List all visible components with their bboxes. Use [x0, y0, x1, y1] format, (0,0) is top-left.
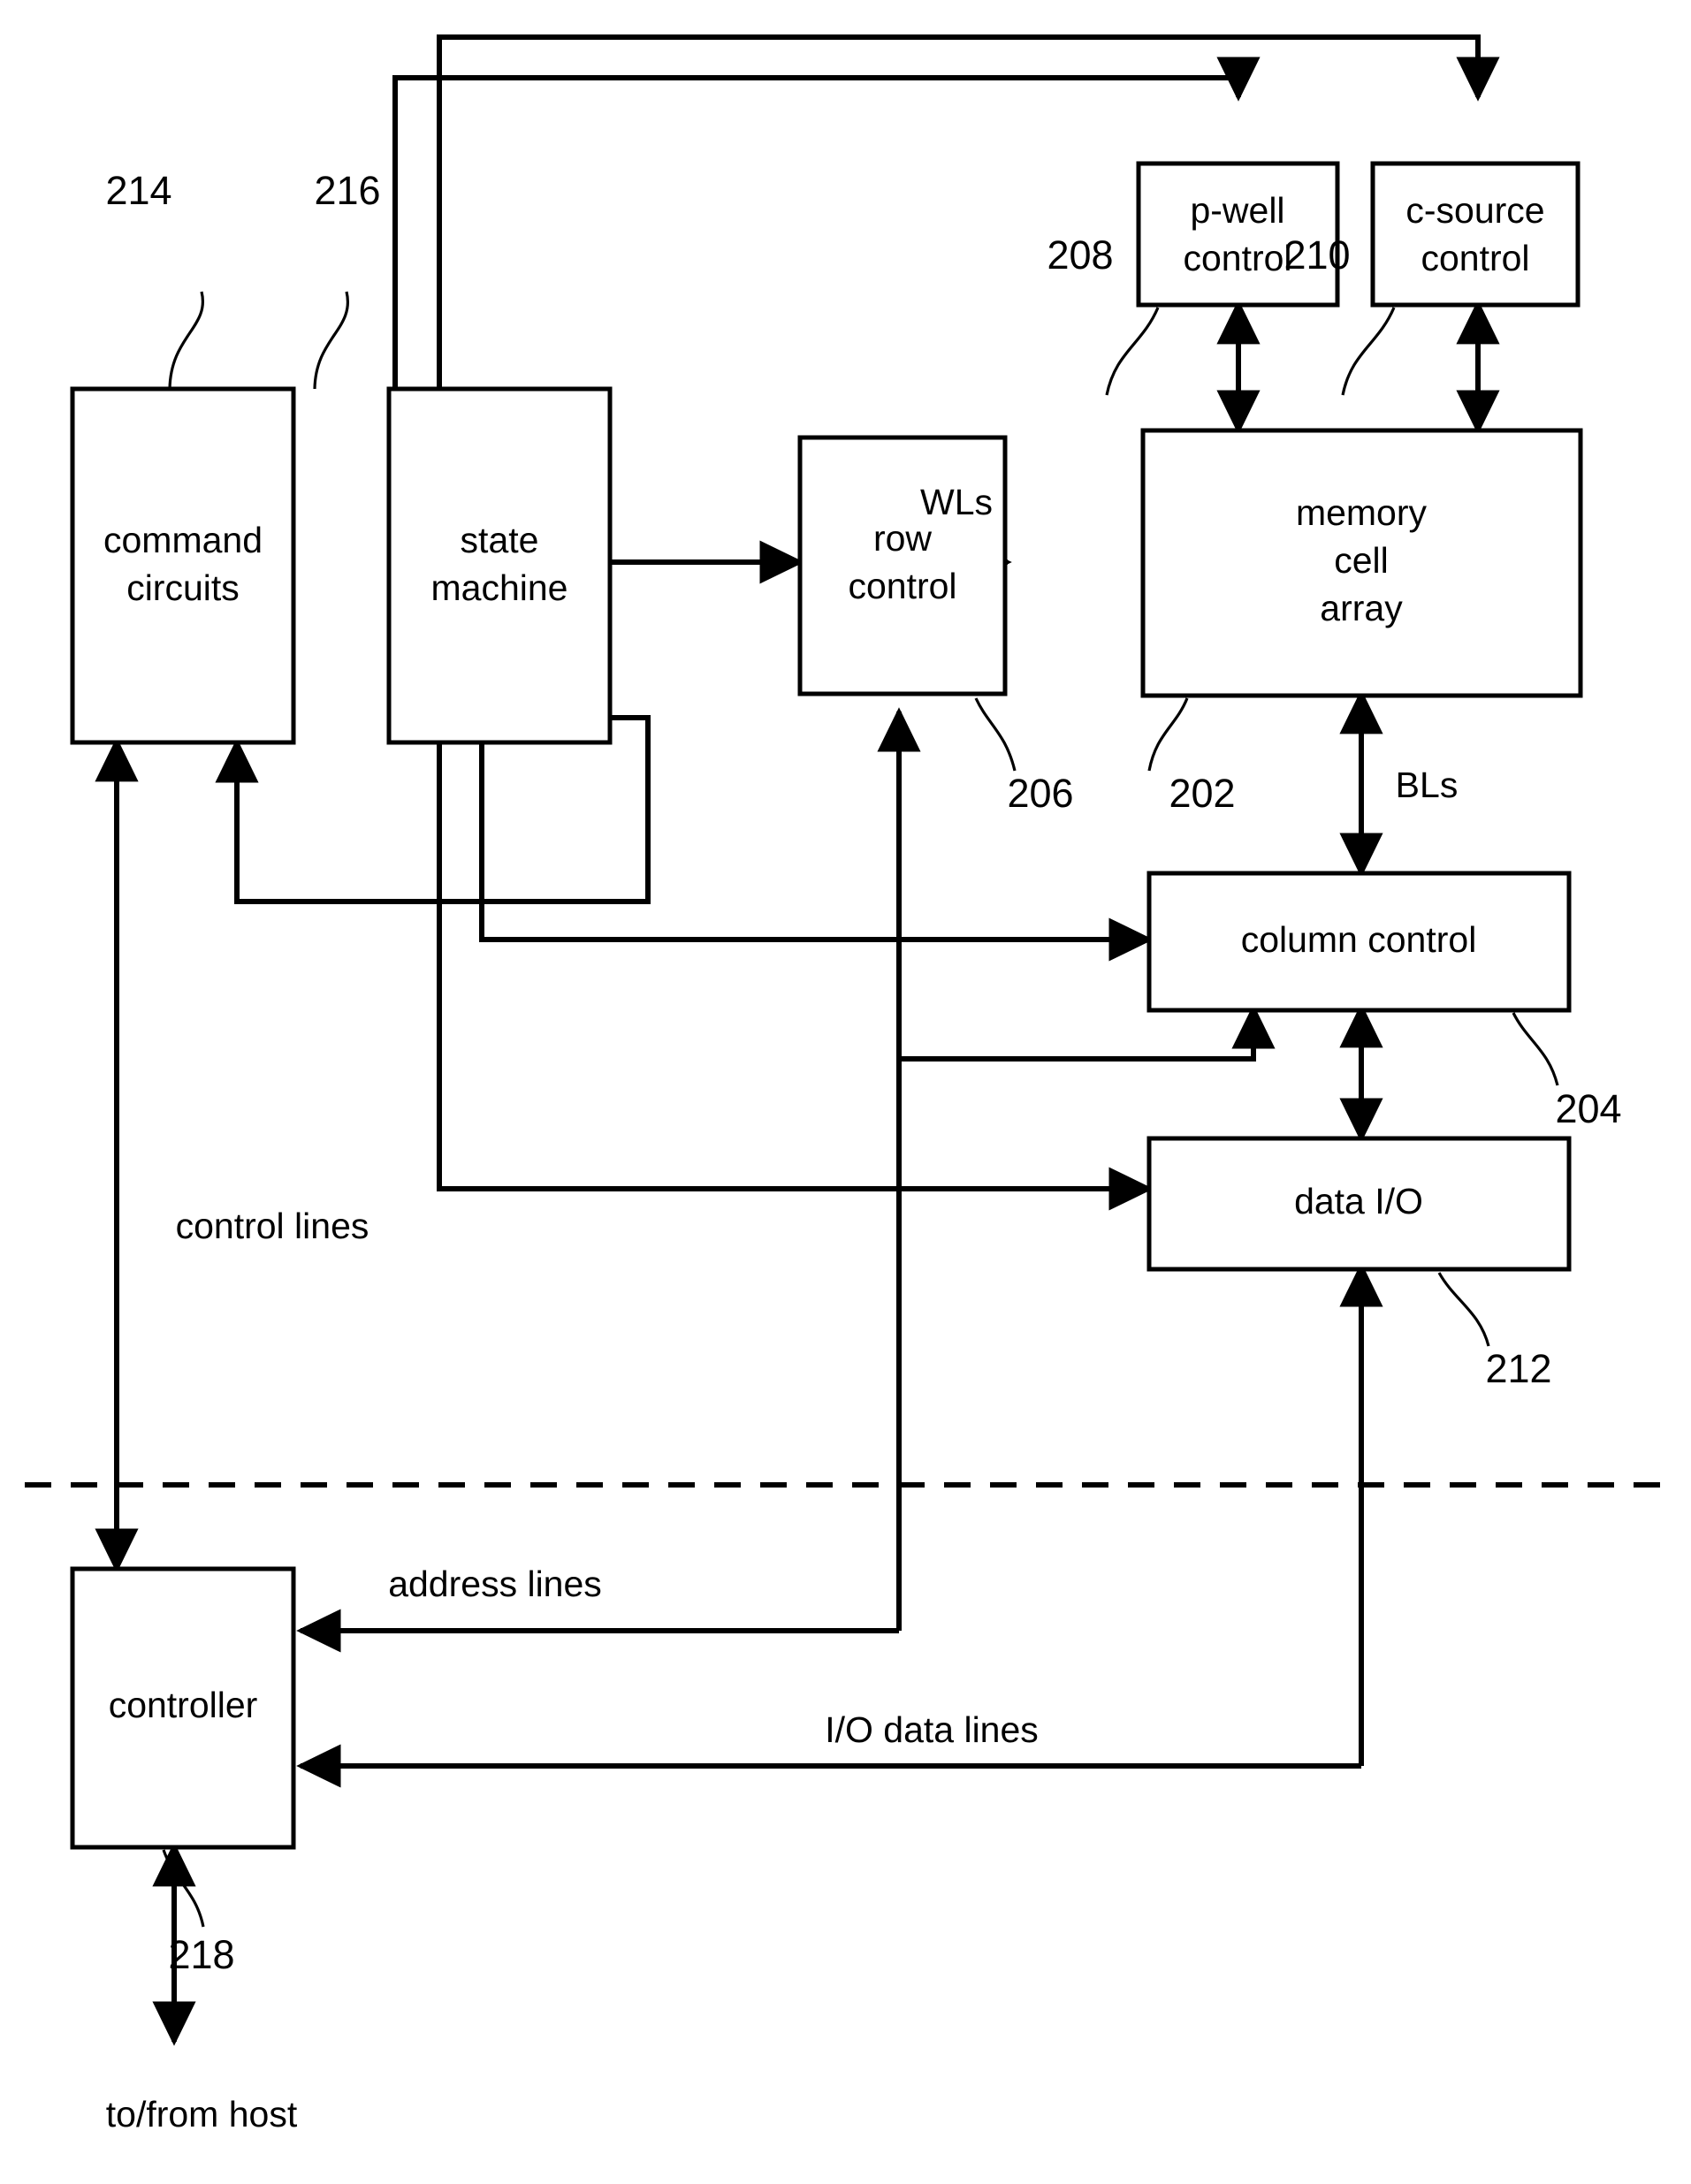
figure-canvas: command circuits state machine row contr… [0, 0, 1691, 2184]
label-address-lines: address lines [388, 1564, 602, 1604]
ref-210: 210 [1283, 232, 1350, 278]
label-bls: BLs [1396, 765, 1459, 805]
leader-216 [313, 291, 349, 390]
label-memory-cell-array-line2: cell [1334, 540, 1389, 581]
label-row-control-line2: control [848, 566, 956, 606]
ref-204: 204 [1555, 1086, 1621, 1131]
ref-218: 218 [168, 1932, 234, 1977]
wire-address-branch-to-column-control [899, 1004, 1276, 1062]
leader-204 [1512, 1012, 1559, 1086]
label-control-lines: control lines [176, 1206, 369, 1246]
label-row-control-line1: row [873, 518, 932, 559]
label-memory-cell-array-line3: array [1320, 588, 1403, 628]
label-to-from-host: to/from host [106, 2094, 298, 2135]
wire-state-machine-to-data-io [389, 666, 1154, 1211]
diagram-svg: command circuits state machine row contr… [25, 34, 1666, 2135]
label-column-control: column control [1241, 919, 1477, 960]
label-command-circuits-line2: circuits [126, 567, 240, 608]
leader-210 [1341, 307, 1396, 396]
leader-206 [974, 697, 1017, 772]
leader-212 [1437, 1272, 1490, 1347]
ref-206: 206 [1007, 771, 1073, 816]
label-memory-cell-array-line1: memory [1296, 492, 1428, 533]
block-c-source-control[interactable] [1370, 161, 1581, 308]
label-c-source-control-line2: control [1421, 238, 1529, 278]
label-c-source-control-line1: c-source [1405, 190, 1544, 231]
ref-212: 212 [1485, 1346, 1551, 1391]
label-p-well-control-line1: p-well [1190, 190, 1284, 231]
label-io-data-lines: I/O data lines [825, 1709, 1039, 1750]
leader-208 [1105, 307, 1160, 396]
block-command-circuits[interactable] [70, 386, 296, 745]
label-wls: WLs [920, 482, 993, 522]
label-state-machine-line2: machine [431, 567, 568, 608]
label-state-machine-line1: state [461, 520, 539, 560]
leader-202 [1147, 697, 1189, 772]
label-controller: controller [109, 1685, 258, 1725]
label-command-circuits-line1: command [103, 520, 263, 560]
ref-216: 216 [314, 168, 380, 213]
wire-state-machine-to-command-circuits-feedback [215, 715, 651, 904]
ref-208: 208 [1047, 232, 1113, 278]
ref-214: 214 [105, 168, 171, 213]
block-state-machine[interactable] [386, 386, 613, 745]
label-data-io: data I/O [1294, 1181, 1423, 1221]
leader-218 [162, 1849, 205, 1928]
ref-202: 202 [1169, 771, 1235, 816]
label-p-well-control-line2: control [1183, 238, 1291, 278]
leader-214 [168, 291, 204, 390]
